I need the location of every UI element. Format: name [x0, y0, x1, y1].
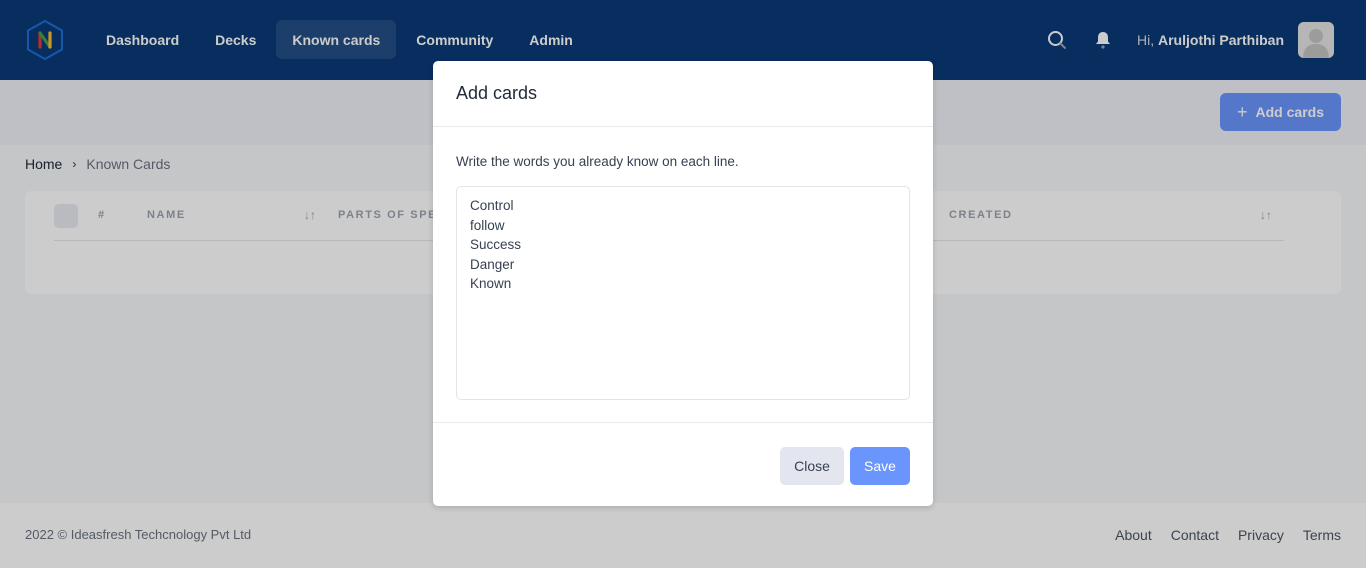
- add-cards-modal: Add cards Write the words you already kn…: [433, 61, 933, 506]
- modal-title: Add cards: [456, 83, 538, 103]
- close-button[interactable]: Close: [780, 447, 844, 485]
- modal-header: Add cards: [433, 61, 933, 127]
- modal-footer: Close Save: [433, 422, 933, 506]
- save-button[interactable]: Save: [850, 447, 910, 485]
- modal-hint: Write the words you already know on each…: [456, 154, 739, 169]
- words-textarea[interactable]: [456, 186, 910, 400]
